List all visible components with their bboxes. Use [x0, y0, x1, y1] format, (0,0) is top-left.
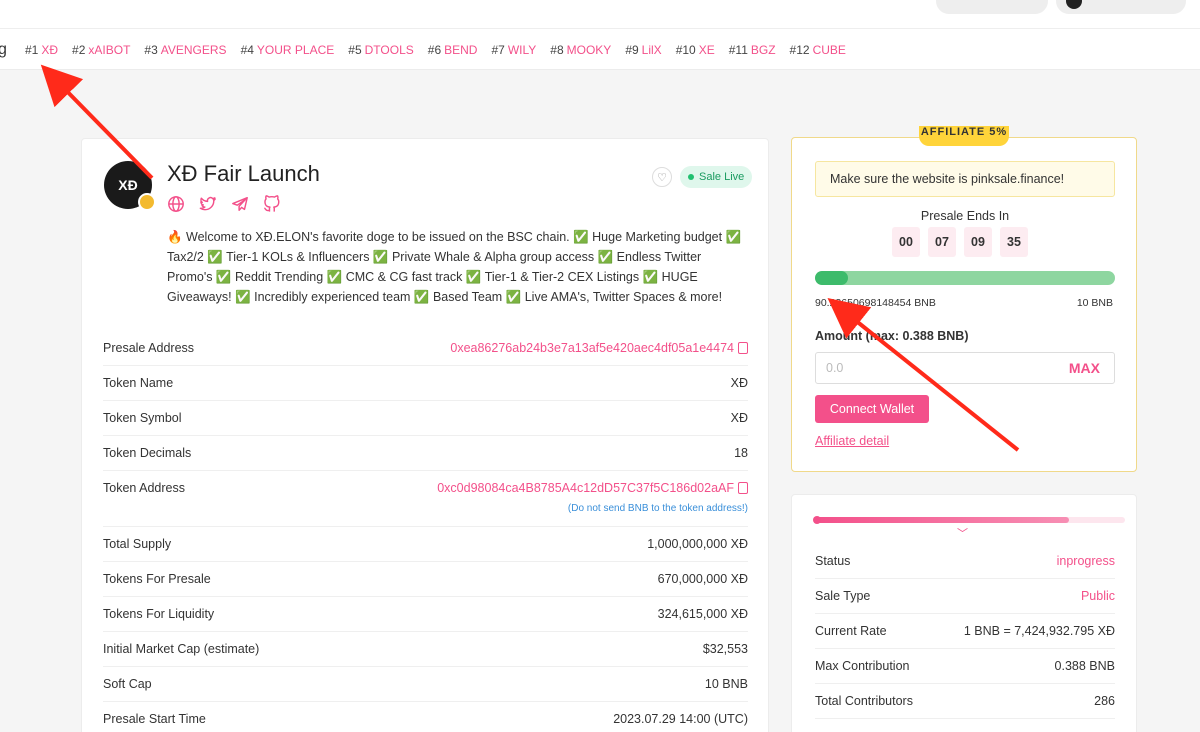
table-row: Total Supply 1,000,000,000 ΧĐ [103, 527, 748, 562]
trending-item[interactable]: #8 MOOKY [550, 43, 611, 57]
trending-item[interactable]: #4 YOUR PLACE [241, 43, 335, 57]
avatar [1066, 0, 1082, 9]
header-pill-1[interactable] [936, 0, 1048, 14]
amount-label: Amount (max: 0.388 BNB) [815, 329, 969, 343]
table-row: Tokens For Liquidity 324,615,000 ΧĐ [103, 597, 748, 632]
table-row: Initial Market Cap (estimate) $32,553 [103, 632, 748, 667]
table-row: Token Address 0xc0d98084ca4B8785A4c12dD5… [103, 471, 748, 527]
trending-item[interactable]: #6 BEND [428, 43, 478, 57]
connect-wallet-button[interactable]: Connect Wallet [815, 395, 929, 423]
table-row: Current Rate 1 BNB = 7,424,932.795 ΧĐ [815, 614, 1115, 649]
table-row: Presale Start Time 2023.07.29 14:00 (UTC… [103, 702, 748, 732]
twitter-icon[interactable] [199, 195, 217, 213]
website-warning: Make sure the website is pinksale.financ… [815, 161, 1115, 197]
trending-item[interactable]: #10 XE [676, 43, 715, 57]
table-row: Sale Type Public [815, 579, 1115, 614]
presale-address-link[interactable]: 0xea86276ab24b3e7a13af5e420aec4df05a1e44… [450, 341, 748, 355]
amount-field-wrapper: MAX [815, 352, 1115, 384]
favorite-heart-icon[interactable]: ♡ [652, 167, 672, 187]
table-row: Tokens For Presale 670,000,000 ΧĐ [103, 562, 748, 597]
status-badge-label: Sale Live [699, 171, 745, 183]
telegram-icon[interactable] [231, 195, 249, 213]
table-row: Token Decimals 18 [103, 436, 748, 471]
table-row: Token Symbol ΧĐ [103, 401, 748, 436]
table-row: Soft Cap 10 BNB [103, 667, 748, 702]
max-button[interactable]: MAX [1069, 360, 1100, 376]
status-progress-knob [813, 516, 821, 524]
globe-icon[interactable] [167, 195, 185, 213]
amount-input[interactable] [816, 353, 1046, 383]
project-card: XĐ ΧĐ Fair Launch ♡ Sale Live 🔥 Welcome … [81, 138, 769, 732]
countdown-minutes: 09 [964, 227, 992, 257]
github-icon[interactable] [263, 195, 281, 213]
sale-status-card: ﹀ Status inprogress Sale Type Public Cur… [791, 494, 1137, 732]
presale-ends-label: Presale Ends In [920, 209, 1010, 223]
presale-details-table: Presale Address 0xea86276ab24b3e7a13af5e… [103, 331, 748, 732]
page-title: ΧĐ Fair Launch [167, 161, 320, 186]
status-progress-fill [815, 517, 1070, 523]
table-row: Max Contribution 0.388 BNB [815, 649, 1115, 684]
trending-item[interactable]: #3 AVENGERS [144, 43, 226, 57]
trending-item[interactable]: #11 BGZ [729, 43, 776, 57]
trending-list: #1 ΧĐ #2 xAIBOT #3 AVENGERS #4 YOUR PLACE #5… [25, 43, 846, 57]
token-address-warning: (Do not send BNB to the token address!) [567, 503, 748, 514]
bnb-badge-icon [138, 193, 156, 211]
copy-icon[interactable] [738, 482, 748, 494]
purchase-card: AFFILIATE 5% Make sure the website is pi… [791, 126, 1137, 472]
table-row: Status inprogress [815, 544, 1115, 579]
social-links [167, 195, 281, 213]
raise-progress-fill [815, 271, 848, 285]
header-pill-2[interactable] [1056, 0, 1186, 14]
project-description: 🔥 Welcome to ΧĐ.ELON's favorite doge to … [167, 230, 742, 304]
countdown-hours: 07 [928, 227, 956, 257]
affiliate-detail-link[interactable]: Affiliate detail [815, 434, 889, 448]
raised-amount: 90.23650698148454 BNB [815, 297, 936, 309]
countdown-timer: 00 07 09 35 [892, 227, 1028, 257]
raise-progress-bar [815, 271, 1115, 285]
table-row: Presale Address 0xea86276ab24b3e7a13af5e… [103, 331, 748, 366]
live-dot-icon [688, 174, 694, 180]
status-progress-bar [813, 516, 1125, 524]
table-row: Token Name ΧĐ [103, 366, 748, 401]
copy-icon[interactable] [738, 342, 748, 354]
countdown-days: 00 [892, 227, 920, 257]
trending-item[interactable]: #1 ΧĐ [25, 43, 58, 57]
countdown-seconds: 35 [1000, 227, 1028, 257]
trending-item[interactable]: #9 LilX [625, 43, 661, 57]
trending-bar: g #1 ΧĐ #2 xAIBOT #3 AVENGERS #4 YOUR PLACE … [0, 28, 1200, 70]
status-badge: Sale Live [680, 166, 753, 188]
project-logo: XĐ [104, 161, 156, 211]
trending-prefix: g [0, 41, 7, 58]
top-header [0, 0, 1200, 28]
affiliate-tag: AFFILIATE 5% [919, 126, 1009, 146]
chevron-down-icon[interactable]: ﹀ [957, 525, 968, 541]
status-table: Status inprogress Sale Type Public Curre… [815, 544, 1115, 719]
logo-text: XĐ [118, 177, 138, 193]
trending-item[interactable]: #2 xAIBOT [72, 43, 130, 57]
trending-item[interactable]: #7 WILY [491, 43, 536, 57]
table-row: Total Contributors 286 [815, 684, 1115, 719]
trending-item[interactable]: #5 DTOOLS [348, 43, 413, 57]
trending-item[interactable]: #12 CUBE [790, 43, 846, 57]
token-address-link[interactable]: 0xc0d98084ca4B8785A4c12dD57C37f5C186d02a… [437, 481, 748, 495]
target-amount: 10 BNB [1076, 297, 1113, 309]
